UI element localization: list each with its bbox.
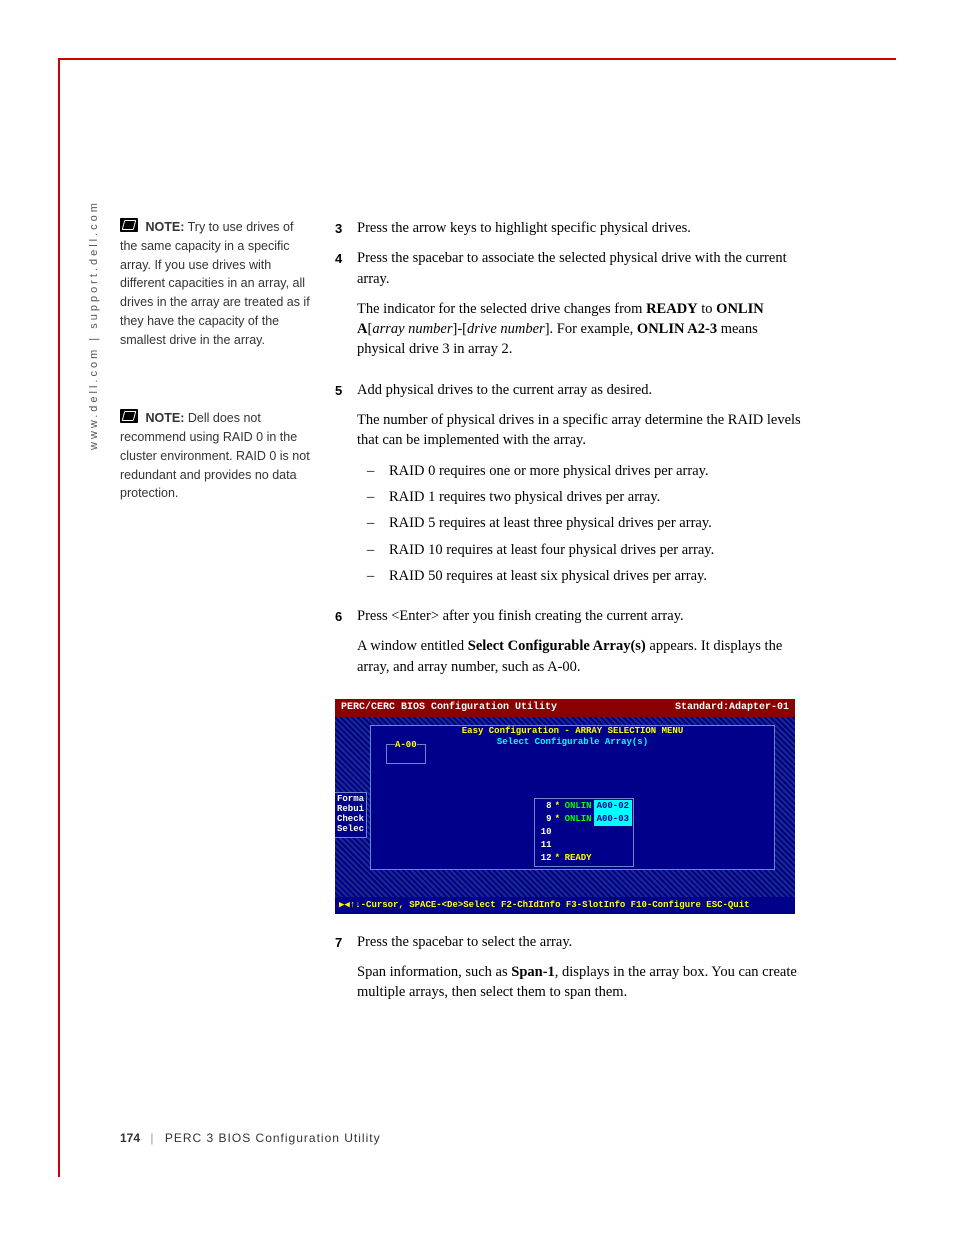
bios-title-right: Standard:Adapter-01 bbox=[675, 701, 789, 715]
step-text: Press the spacebar to associate the sele… bbox=[357, 248, 805, 289]
step-body: Press the spacebar to select the array. … bbox=[357, 932, 805, 1013]
step-3: 3 Press the arrow keys to highlight spec… bbox=[335, 218, 805, 238]
note-text: Try to use drives of the same capacity i… bbox=[120, 220, 310, 347]
note-icon bbox=[120, 218, 138, 232]
raid-list: RAID 0 requires one or more physical dri… bbox=[357, 461, 805, 586]
list-item: RAID 1 requires two physical drives per … bbox=[357, 487, 805, 507]
list-item: RAID 10 requires at least four physical … bbox=[357, 540, 805, 560]
step-number: 6 bbox=[335, 606, 357, 687]
step-6: 6 Press <Enter> after you finish creatin… bbox=[335, 606, 805, 687]
menu-item: Selec bbox=[337, 825, 364, 835]
step-body: Press the arrow keys to highlight specif… bbox=[357, 218, 805, 238]
step-number: 5 bbox=[335, 380, 357, 596]
bios-title-left: PERC/CERC BIOS Configuration Utility bbox=[341, 701, 557, 715]
drive-row: 9*ONLINA00-03 bbox=[536, 813, 632, 826]
drive-row: 10 bbox=[536, 826, 632, 839]
step-7: 7 Press the spacebar to select the array… bbox=[335, 932, 805, 1013]
step-text: Press the spacebar to select the array. bbox=[357, 932, 805, 952]
bios-side-menu: Forma Rebui Check Selec bbox=[335, 792, 367, 838]
bios-screenshot: PERC/CERC BIOS Configuration Utility Sta… bbox=[335, 699, 795, 914]
bios-window: Easy Configuration - ARRAY SELECTION MEN… bbox=[370, 725, 775, 870]
array-box: A-00 bbox=[386, 744, 426, 764]
step-text: A window entitled Select Configurable Ar… bbox=[357, 636, 805, 677]
step-body: Press the spacebar to associate the sele… bbox=[357, 248, 805, 369]
sidebar-url: www.dell.com | support.dell.com bbox=[88, 200, 100, 450]
drive-row: 11 bbox=[536, 839, 632, 852]
drive-row: 8*ONLINA00-02 bbox=[536, 800, 632, 813]
footer-title: PERC 3 BIOS Configuration Utility bbox=[165, 1131, 381, 1145]
note-label: NOTE: bbox=[145, 220, 184, 234]
step-text: Press <Enter> after you finish creating … bbox=[357, 606, 805, 626]
array-label: A-00 bbox=[395, 740, 417, 750]
bios-footer: ▶◀↑↓-Cursor, SPACE-<De>Select F2-ChIdInf… bbox=[335, 897, 795, 914]
bios-body: Easy Configuration - ARRAY SELECTION MEN… bbox=[335, 717, 795, 897]
page-footer: 174 | PERC 3 BIOS Configuration Utility bbox=[120, 1131, 381, 1145]
footer-separator: | bbox=[150, 1131, 154, 1145]
step-text: Add physical drives to the current array… bbox=[357, 380, 805, 400]
step-body: Add physical drives to the current array… bbox=[357, 380, 805, 596]
note-2: NOTE: Dell does not recommend using RAID… bbox=[120, 409, 310, 503]
step-body: Press <Enter> after you finish creating … bbox=[357, 606, 805, 687]
bios-titlebar: PERC/CERC BIOS Configuration Utility Sta… bbox=[335, 699, 795, 717]
step-number: 7 bbox=[335, 932, 357, 1013]
notes-column: NOTE: Try to use drives of the same capa… bbox=[120, 218, 310, 563]
note-1: NOTE: Try to use drives of the same capa… bbox=[120, 218, 310, 349]
step-number: 3 bbox=[335, 218, 357, 238]
step-4: 4 Press the spacebar to associate the se… bbox=[335, 248, 805, 369]
list-item: RAID 0 requires one or more physical dri… bbox=[357, 461, 805, 481]
note-icon bbox=[120, 409, 138, 423]
list-item: RAID 5 requires at least three physical … bbox=[357, 513, 805, 533]
bios-window-subtitle: Select Configurable Array(s) bbox=[371, 736, 774, 749]
note-label: NOTE: bbox=[145, 411, 184, 425]
step-text: The number of physical drives in a speci… bbox=[357, 410, 805, 451]
main-content: 3 Press the arrow keys to highlight spec… bbox=[335, 218, 805, 1023]
drive-box: 8*ONLINA00-02 9*ONLINA00-03 10 11 12*REA… bbox=[534, 798, 634, 867]
list-item: RAID 50 requires at least six physical d… bbox=[357, 566, 805, 586]
page-number: 174 bbox=[120, 1131, 140, 1145]
drive-row: 12*READY bbox=[536, 852, 632, 865]
step-5: 5 Add physical drives to the current arr… bbox=[335, 380, 805, 596]
step-text: The indicator for the selected drive cha… bbox=[357, 299, 805, 360]
step-number: 4 bbox=[335, 248, 357, 369]
step-text: Span information, such as Span-1, displa… bbox=[357, 962, 805, 1003]
